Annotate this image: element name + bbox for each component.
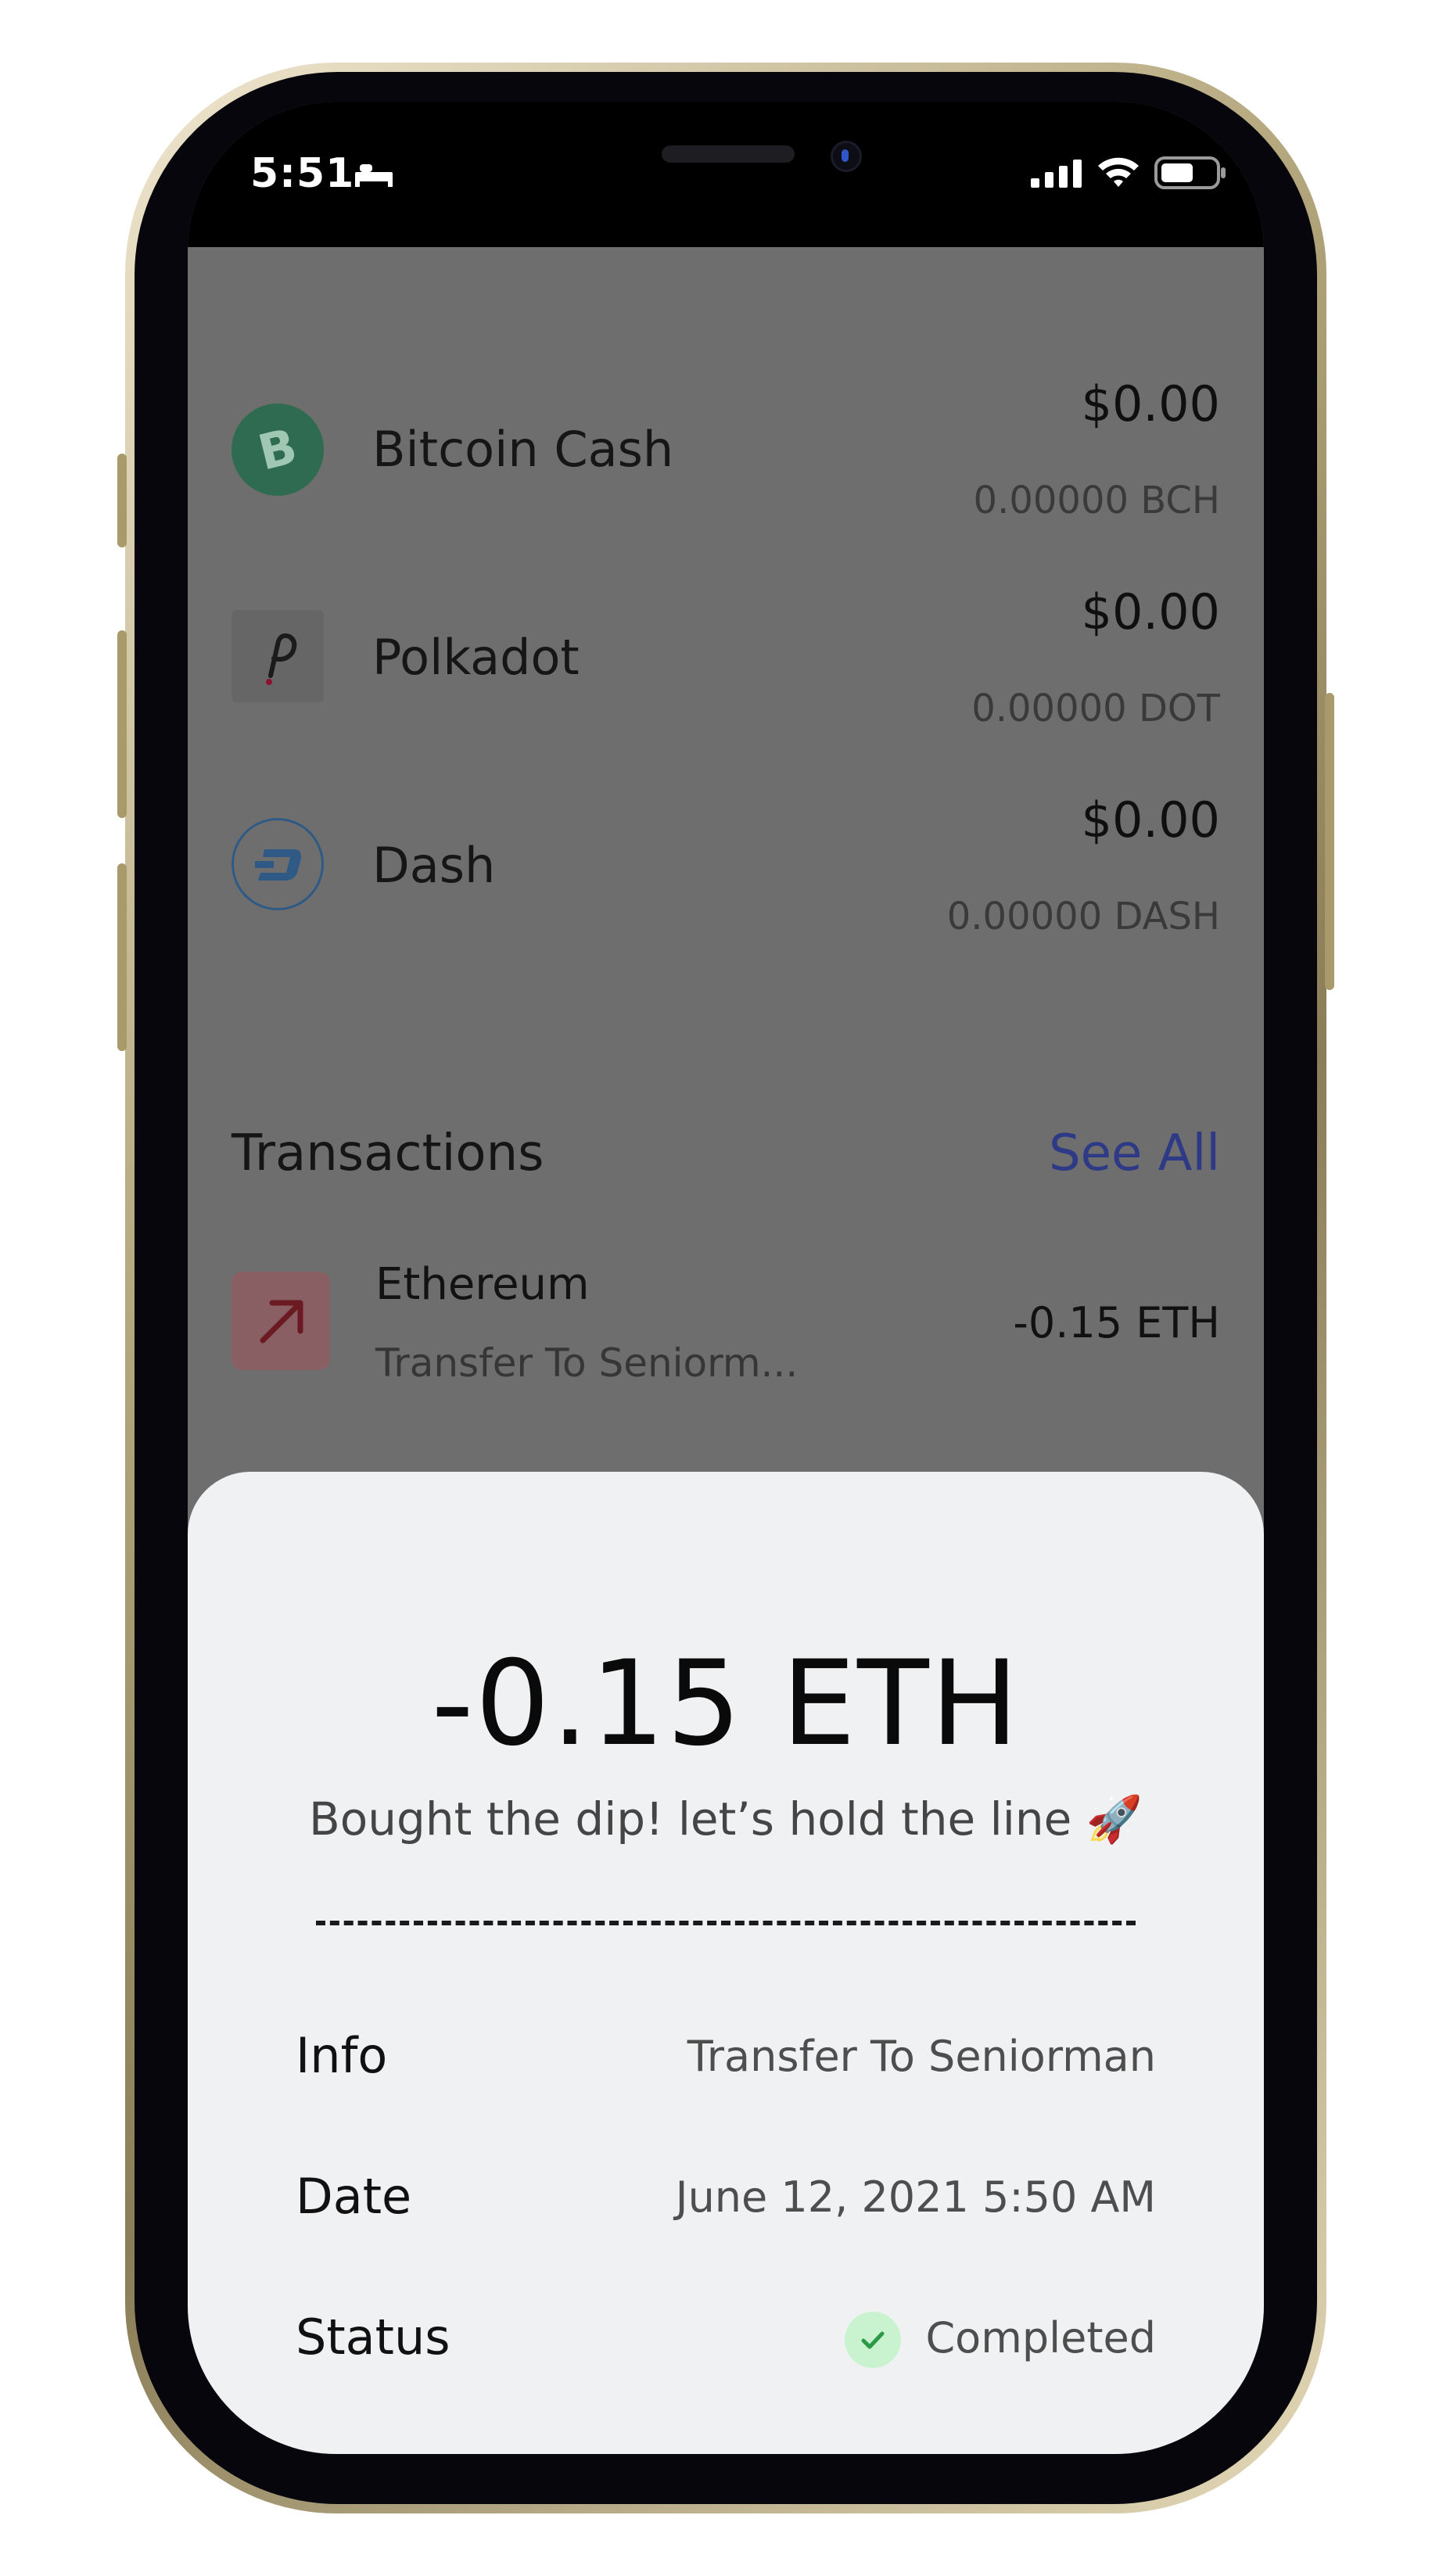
see-all-link[interactable]: See All xyxy=(1049,1125,1220,1182)
silent-switch xyxy=(117,454,127,547)
asset-name-polkadot: Polkadot xyxy=(372,629,580,686)
wifi-icon xyxy=(1098,157,1139,187)
detail-label-status: Status xyxy=(296,2309,450,2366)
polkadot-glyph xyxy=(266,633,297,685)
transaction-description: Transfer To Seniorm... xyxy=(375,1340,799,1386)
asset-qty-dash: 0.00000 DASH xyxy=(946,895,1220,938)
battery-icon xyxy=(1154,156,1226,189)
dashed-divider xyxy=(316,1921,1136,1925)
asset-qty-polkadot: 0.00000 DOT xyxy=(971,687,1220,730)
volume-down-button xyxy=(117,863,127,1051)
check-icon xyxy=(861,2331,885,2349)
detail-value-status: Completed xyxy=(925,2313,1156,2363)
transaction-amount-large: -0.15 ETH xyxy=(431,1636,1021,1772)
asset-qty-bitcoin-cash: 0.00000 BCH xyxy=(973,479,1220,522)
transaction-note: Bought the dip! let’s hold the line 🚀 xyxy=(308,1792,1143,1846)
svg-text:B: B xyxy=(253,417,303,481)
arrow-up-right-icon xyxy=(260,1300,303,1344)
transaction-amount: -0.15 ETH xyxy=(1013,1298,1220,1347)
status-time: 5:51 xyxy=(250,150,355,197)
asset-row-dash[interactable]: Dash $0.00 0.00000 DASH xyxy=(188,247,1264,938)
asset-fiat-polkadot: $0.00 xyxy=(1081,583,1221,640)
completed-badge xyxy=(845,2312,901,2368)
earpiece-speaker xyxy=(662,145,795,163)
send-transaction-icon xyxy=(231,1272,330,1370)
cellular-signal-icon xyxy=(1031,160,1082,188)
detail-value-info: Transfer To Seniorman xyxy=(687,2032,1156,2081)
phone-screen: 5:51 Bitcoin Cash $0.00 0.00000 BCH Polk… xyxy=(188,102,1264,2454)
transactions-title: Transactions xyxy=(231,1125,544,1182)
volume-up-button xyxy=(117,630,127,818)
detail-label-date: Date xyxy=(296,2168,412,2225)
bitcoin-cash-glyph: B xyxy=(253,417,303,481)
transaction-detail-sheet: -0.15 ETH Bought the dip! let’s hold the… xyxy=(188,1472,1264,2454)
bed-icon xyxy=(355,164,393,187)
asset-fiat-dash: $0.00 xyxy=(1081,791,1221,849)
status-bar: 5:51 xyxy=(188,102,1264,247)
transaction-coin: Ethereum xyxy=(375,1259,590,1310)
detail-value-date: June 12, 2021 5:50 AM xyxy=(675,2172,1156,2222)
front-camera xyxy=(831,141,862,172)
asset-name-dash: Dash xyxy=(372,837,496,894)
detail-label-info: Info xyxy=(296,2027,388,2084)
power-button xyxy=(1325,693,1334,990)
dash-glyph xyxy=(255,849,301,881)
